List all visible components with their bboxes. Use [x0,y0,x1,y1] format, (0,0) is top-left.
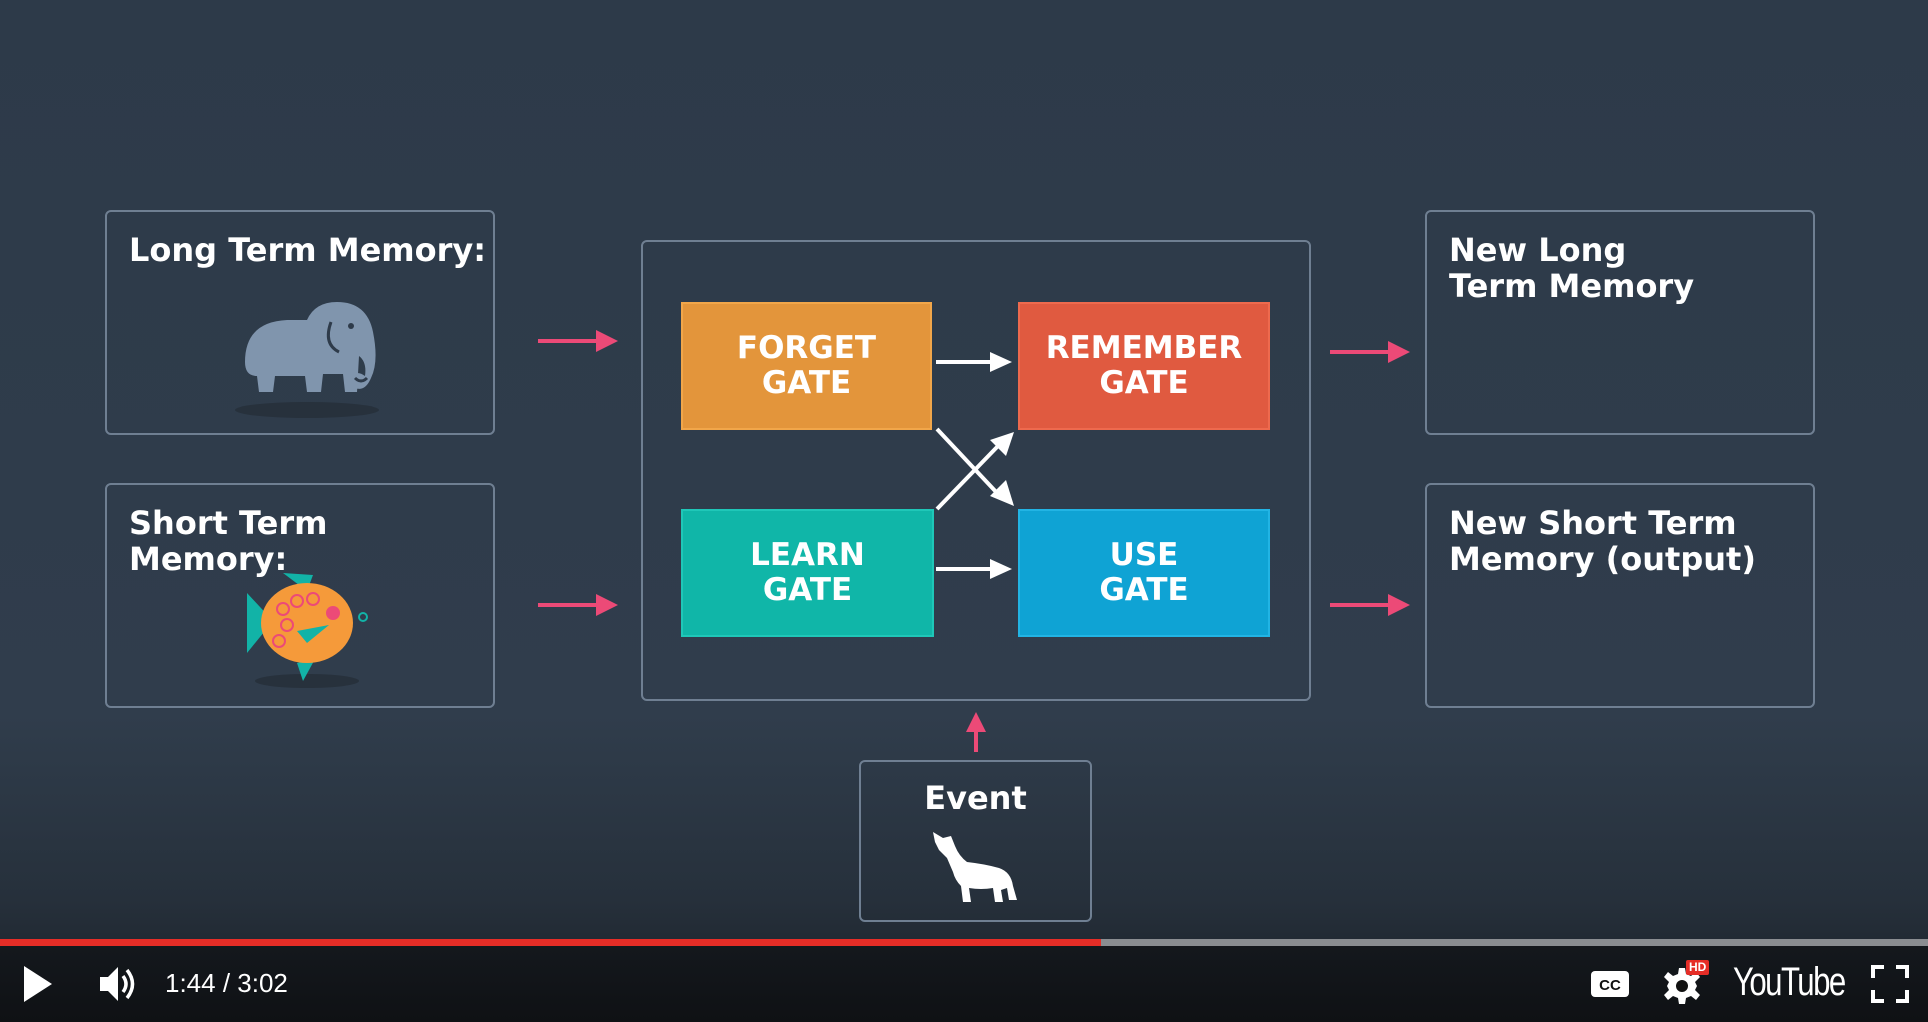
fish-icon [247,573,368,688]
output-arrow-long [1330,341,1410,363]
long-term-memory-label: Long Term Memory: [129,231,487,269]
fullscreen-icon[interactable] [1870,964,1910,1004]
remember-gate: REMEMBER GATE [1018,302,1270,430]
output-arrow-short [1330,594,1410,616]
video-frame[interactable]: Long Term Memory: Short Term Memory: FOR… [0,0,1928,1022]
progress-bar-played [0,939,1101,946]
input-arrow-short [538,594,618,616]
wolf-icon [933,832,1017,902]
settings-button[interactable]: HD [1662,960,1718,1006]
new-long-term-memory-label: New Long Term Memory [1449,231,1695,305]
short-term-memory-box: Short Term Memory: [105,483,495,708]
input-arrow-long [538,330,618,352]
learn-gate: LEARN GATE [681,509,934,637]
youtube-logo[interactable]: YouTube [1733,960,1846,1004]
play-icon[interactable] [20,964,56,1004]
captions-icon[interactable]: CC [1590,968,1630,1000]
event-arrow [966,712,986,752]
new-long-term-memory-box: New Long Term Memory [1425,210,1815,435]
event-box: Event [859,760,1092,922]
forget-gate: FORGET GATE [681,302,932,430]
elephant-icon [235,302,379,418]
volume-icon[interactable] [96,962,140,1006]
new-short-term-memory-label: New Short Term Memory (output) [1449,504,1756,578]
new-short-term-memory-box: New Short Term Memory (output) [1425,483,1815,708]
hd-badge: HD [1686,960,1710,975]
long-term-memory-box: Long Term Memory: [105,210,495,435]
svg-text:CC: CC [1599,977,1621,994]
progress-bar[interactable] [0,939,1928,946]
player-controls: 1:44 / 3:02 CC HD YouTube [0,946,1928,1022]
use-gate: USE GATE [1018,509,1270,637]
time-display: 1:44 / 3:02 [165,968,288,998]
event-label: Event [924,779,1027,817]
